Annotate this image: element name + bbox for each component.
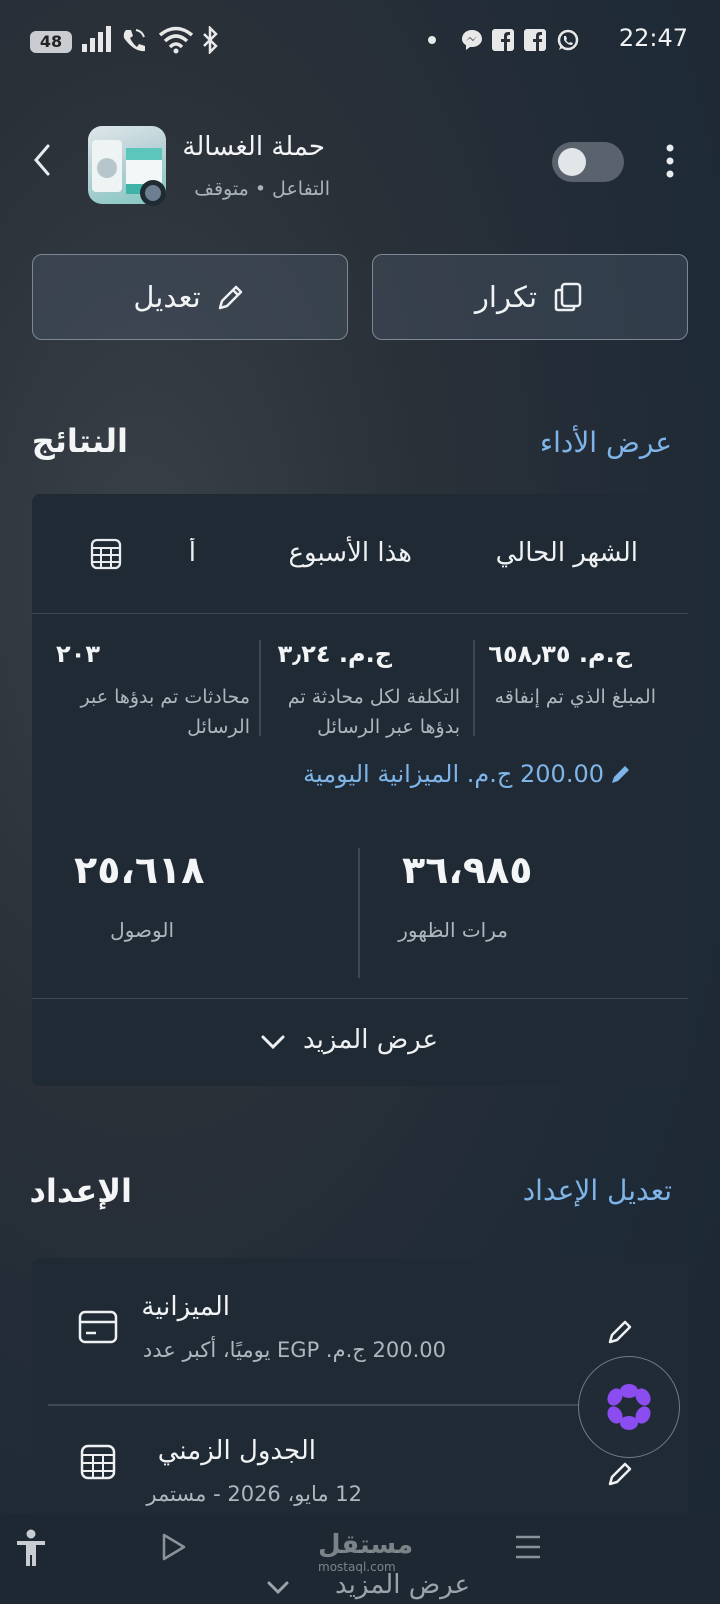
tab-more[interactable]: أ	[176, 538, 196, 568]
copy-icon	[554, 282, 582, 312]
status-indicator	[140, 180, 166, 206]
metric-divider	[259, 640, 261, 736]
impressions-value: ٣٦،٩٨٥	[402, 848, 533, 892]
toggle-knob	[558, 148, 586, 176]
budget-detail: 200.00 ج.م. EGP يوميًا، أكبر عدد	[142, 1338, 446, 1362]
battery-badge: 48	[30, 31, 72, 53]
duplicate-button[interactable]: تكرار	[372, 254, 688, 340]
reach-label: الوصول	[110, 918, 174, 942]
amount-spent-value: ج.م. ٦٥٨٫٣٥	[488, 640, 632, 668]
signal-icon	[82, 26, 111, 52]
edit-setup-link[interactable]: تعديل الإعداد	[523, 1174, 672, 1207]
budget-title: الميزانية	[141, 1292, 230, 1322]
bluetooth-icon	[203, 26, 218, 54]
wifi-icon	[158, 26, 194, 54]
edit-button-label: تعديل	[133, 280, 201, 314]
show-more-setup-label[interactable]: عرض المزيد	[335, 1570, 470, 1600]
results-title: النتائج	[31, 422, 128, 460]
pencil-icon	[612, 766, 629, 783]
reach-value: ٢٥،٦١٨	[74, 848, 205, 892]
watermark-url: mostaql.com	[318, 1560, 396, 1574]
messenger-icon	[462, 30, 482, 50]
menu-icon[interactable]	[514, 1534, 542, 1560]
show-more-results[interactable]: عرض المزيد	[32, 998, 688, 1087]
daily-budget-text: 200.00 ج.م. الميزانية اليومية	[303, 760, 604, 788]
view-performance-link[interactable]: عرض الأداء	[540, 426, 672, 459]
metric-divider	[473, 640, 475, 736]
campaign-title: حملة الغسالة	[182, 132, 325, 162]
flower-icon	[607, 1384, 651, 1430]
pencil-icon	[218, 285, 242, 310]
schedule-detail: 12 مايو، 2026 - مستمر	[146, 1482, 362, 1506]
pencil-icon[interactable]	[606, 1316, 636, 1346]
calendar-grid-icon	[80, 1444, 116, 1480]
play-icon[interactable]	[160, 1532, 188, 1562]
cost-per-conversation-label: التكلفة لكل محادثة تم بدؤها عبر الرسائل	[287, 686, 460, 738]
impressions-label: مرات الظهور	[398, 918, 508, 942]
schedule-title: الجدول الزمني	[157, 1436, 316, 1466]
back-arrow-icon[interactable]	[26, 140, 56, 180]
pencil-icon[interactable]	[606, 1458, 636, 1488]
results-card: الشهر الحالي هذا الأسبوع أ ج.م. ٦٥٨٫٣٥ ا…	[32, 494, 688, 1086]
dot-icon	[428, 36, 436, 44]
amount-spent-label: المبلغ الذي تم إنفاقه	[494, 686, 656, 708]
meta-ai-button[interactable]	[578, 1356, 680, 1458]
show-more-label: عرض المزيد	[303, 1025, 438, 1055]
conversations-value: ٢٠٣	[56, 640, 100, 668]
edit-button[interactable]: تعديل	[32, 254, 348, 340]
duplicate-button-label: تكرار	[474, 280, 538, 314]
period-tabs: الشهر الحالي هذا الأسبوع أ	[32, 494, 688, 614]
status-bar: 48 22:47	[0, 0, 720, 80]
conversations-label: محادثات تم بدؤها عبر الرسائل	[80, 686, 250, 738]
stat-divider	[358, 848, 360, 978]
more-options-icon[interactable]	[665, 143, 675, 183]
accessibility-icon[interactable]	[14, 1528, 48, 1568]
volte-icon	[123, 29, 145, 52]
facebook-icon-2	[524, 29, 546, 51]
campaign-toggle[interactable]	[552, 142, 624, 182]
cost-per-conversation-value: ج.م. ٣٫٢٤	[277, 640, 392, 668]
chevron-down-icon	[261, 1035, 285, 1050]
setup-title: الإعداد	[29, 1172, 132, 1210]
credit-card-icon	[78, 1310, 118, 1344]
tab-current-month[interactable]: الشهر الحالي	[496, 538, 638, 568]
calendar-grid-icon[interactable]	[90, 538, 122, 570]
whatsapp-icon	[557, 29, 579, 51]
daily-budget-link[interactable]: 200.00 ج.م. الميزانية اليومية	[303, 760, 632, 788]
chevron-down-icon	[267, 1581, 289, 1595]
tab-this-week[interactable]: هذا الأسبوع	[289, 538, 412, 568]
clock: 22:47	[618, 24, 688, 52]
watermark-text: مستقل	[318, 1530, 414, 1560]
campaign-subtitle: التفاعل • متوقف	[194, 178, 330, 200]
facebook-icon	[492, 29, 514, 51]
